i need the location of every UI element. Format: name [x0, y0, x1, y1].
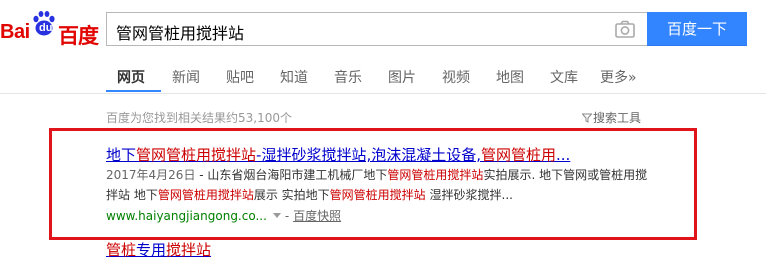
logo-cn: 百度	[58, 24, 99, 48]
tab-more[interactable]: 更多»	[600, 67, 637, 87]
tab-images[interactable]: 图片	[388, 67, 416, 87]
logo-bai: Bai	[0, 21, 30, 43]
tab-video[interactable]: 视频	[442, 67, 470, 87]
tab-music[interactable]: 音乐	[334, 67, 362, 87]
baidu-logo[interactable]: Bai du 百度	[0, 8, 100, 48]
camera-icon[interactable]	[614, 19, 636, 39]
search-query: 管网管桩用搅拌站	[116, 24, 245, 43]
snapshot-link[interactable]: 百度快照	[293, 209, 341, 223]
result-abstract: 2017年4月26日 - 山东省烟台海阳市建工机械厂地下管网管桩用搅拌站实拍展示…	[106, 168, 648, 202]
header-divider	[0, 93, 766, 94]
result-title-link-2[interactable]: 管桩专用搅拌站	[106, 239, 211, 260]
result-count: 百度为您找到相关结果约53,100个	[106, 111, 292, 125]
active-tab-indicator	[106, 90, 161, 92]
result-meta: www.haiyangjiangong.co... - 百度快照	[106, 209, 342, 223]
tab-tieba[interactable]: 贴吧	[226, 67, 254, 87]
search-tools-button[interactable]: 搜索工具	[582, 109, 641, 126]
tab-web[interactable]: 网页	[117, 67, 145, 87]
nav-tabs: 网页 新闻 贴吧 知道 音乐 图片 视频 地图 文库 更多»	[0, 56, 766, 94]
tab-map[interactable]: 地图	[496, 67, 524, 87]
search-button[interactable]: 百度一下	[647, 12, 747, 46]
result-date: 2017年4月26日	[106, 168, 196, 182]
tab-zhidao[interactable]: 知道	[280, 67, 308, 87]
result-url[interactable]: www.haiyangjiangong.co...	[106, 209, 267, 223]
search-input[interactable]: 管网管桩用搅拌站	[106, 12, 647, 46]
result-title-link[interactable]: 地下管网管桩用搅拌站-湿拌砂浆搅拌站,泡沫混凝土设备,管网管桩用...	[106, 144, 570, 165]
filter-icon	[582, 113, 592, 123]
caret-down-icon[interactable]	[272, 213, 281, 218]
tab-wenku[interactable]: 文库	[550, 67, 578, 87]
logo-du: du	[39, 22, 53, 34]
search-tools-label: 搜索工具	[593, 111, 642, 125]
tab-news[interactable]: 新闻	[172, 67, 200, 87]
